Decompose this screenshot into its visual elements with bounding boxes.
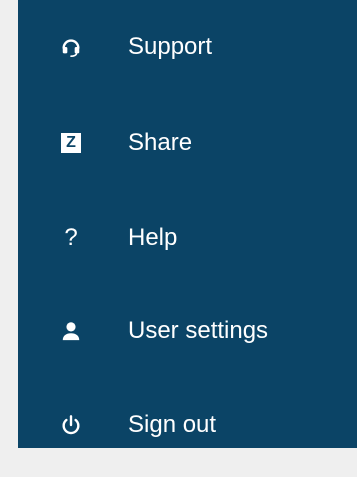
z-icon-letter: Z <box>61 133 81 153</box>
power-icon <box>57 411 85 439</box>
menu-item-support[interactable]: Support <box>18 16 357 78</box>
user-menu: Support Z Share ? Help User settings Sig… <box>18 0 357 448</box>
menu-item-label: Help <box>128 224 178 251</box>
screen: Support Z Share ? Help User settings Sig… <box>0 0 357 477</box>
menu-item-sign-out[interactable]: Sign out <box>18 394 357 456</box>
menu-item-label: User settings <box>128 317 269 344</box>
menu-item-label: Support <box>128 33 213 60</box>
menu-item-share[interactable]: Z Share <box>18 112 357 174</box>
menu-item-label: Share <box>128 129 193 156</box>
user-icon <box>57 317 85 345</box>
z-icon: Z <box>57 129 85 157</box>
menu-item-user-settings[interactable]: User settings <box>18 300 357 362</box>
help-icon-glyph: ? <box>64 224 78 251</box>
menu-item-label: Sign out <box>128 411 217 438</box>
headset-icon <box>57 33 85 61</box>
help-icon: ? <box>57 224 85 252</box>
menu-item-help[interactable]: ? Help <box>18 207 357 269</box>
